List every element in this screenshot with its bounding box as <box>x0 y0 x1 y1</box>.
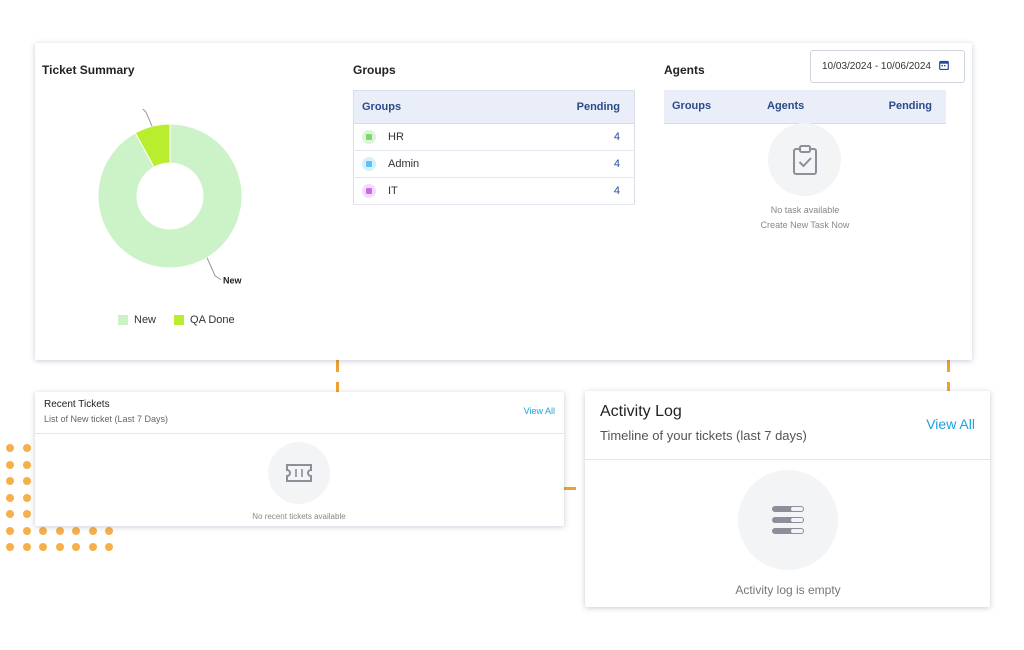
agents-title: Agents <box>664 63 705 77</box>
decorative-dot <box>6 526 14 535</box>
decorative-dot <box>72 543 80 551</box>
decorative-dot <box>55 526 64 535</box>
recent-tickets-subtitle: List of New ticket (Last 7 Days) <box>44 414 169 424</box>
square-dot-icon <box>362 130 376 144</box>
activity-log-card: Activity Log Timeline of your tickets (l… <box>585 391 990 607</box>
activity-log-subtitle: Timeline of your tickets (last 7 days) <box>600 428 807 443</box>
connector-right <box>947 360 950 391</box>
groups-col-groups[interactable]: Groups <box>353 90 502 124</box>
activity-log-empty-text: Activity log is empty <box>735 583 841 597</box>
legend-swatch-new <box>118 315 128 325</box>
legend-swatch-qa-done <box>174 315 185 325</box>
groups-table: Groups Pending HR 4 Admin 4 IT 4 <box>353 90 635 205</box>
groups-col-pending[interactable]: Pending <box>501 90 635 124</box>
toggle-list-icon <box>738 470 838 570</box>
agents-col-groups[interactable]: Groups <box>664 90 759 124</box>
decorative-dot <box>88 526 97 535</box>
clipboard-check-icon <box>768 123 841 196</box>
recent-tickets-empty-text: No recent tickets available <box>252 512 346 521</box>
decorative-dot <box>22 526 31 535</box>
decorative-dot <box>22 543 31 551</box>
decorative-dot <box>6 493 14 502</box>
calendar-icon <box>939 60 949 73</box>
date-range-value: 10/03/2024 - 10/06/2024 <box>822 61 931 72</box>
square-dot-icon <box>362 184 376 198</box>
decorative-dot <box>6 444 14 452</box>
ticket-summary-chart: QA Done New <box>89 96 289 329</box>
group-pending[interactable]: 4 <box>501 123 635 151</box>
group-name: Admin <box>388 158 420 170</box>
activity-log-view-all[interactable]: View All <box>926 416 975 432</box>
leader-line-qa-done <box>141 107 153 127</box>
leader-line-new <box>206 257 222 281</box>
activity-log-title: Activity Log <box>600 403 682 420</box>
ticket-summary-title: Ticket Summary <box>42 63 135 77</box>
agents-empty-text: No task available <box>770 205 840 215</box>
decorative-dot <box>55 543 64 551</box>
connector-left <box>336 360 339 392</box>
connector-middle <box>564 487 585 490</box>
agents-table: Groups Agents Pending <box>664 90 946 124</box>
decorative-dot <box>72 526 80 535</box>
legend-item-qa-done[interactable]: QA Done <box>174 314 235 326</box>
legend-label-new: New <box>134 314 157 326</box>
chart-legend: New QA Done <box>118 314 235 326</box>
recent-tickets-view-all[interactable]: View All <box>524 406 555 416</box>
date-range-picker[interactable]: 10/03/2024 - 10/06/2024 <box>810 50 965 83</box>
decorative-dot <box>6 543 14 551</box>
decorative-dot <box>39 543 47 551</box>
decorative-dot <box>22 477 31 485</box>
decorative-dot <box>22 510 31 518</box>
create-task-link[interactable]: Create New Task Now <box>725 220 885 230</box>
decorative-dot <box>22 493 31 502</box>
group-pending[interactable]: 4 <box>501 150 635 178</box>
recent-tickets-header: Recent Tickets List of New ticket (Last … <box>35 392 564 434</box>
agents-header-row: Groups Agents Pending <box>664 90 946 124</box>
legend-label-qa-done: QA Done <box>190 314 235 326</box>
table-row[interactable]: HR 4 <box>353 123 635 151</box>
groups-title: Groups <box>353 63 396 77</box>
decorative-dot <box>6 460 14 469</box>
table-row[interactable]: IT 4 <box>353 177 635 205</box>
decorative-dot <box>105 526 113 535</box>
table-row[interactable]: Admin 4 <box>353 150 635 178</box>
decorative-dot <box>22 444 31 452</box>
slice-label-new: New <box>223 276 243 286</box>
square-dot-icon <box>362 157 376 171</box>
decorative-dot <box>39 526 47 535</box>
recent-tickets-title: Recent Tickets <box>44 399 110 410</box>
groups-header-row: Groups Pending <box>353 90 635 124</box>
recent-tickets-card: Recent Tickets List of New ticket (Last … <box>35 392 564 526</box>
group-name: IT <box>388 185 398 197</box>
legend-item-new[interactable]: New <box>118 314 156 326</box>
decorative-dot <box>88 543 97 551</box>
summary-card: Ticket Summary QA Done New New QA Done Gr… <box>35 43 972 360</box>
activity-log-header: Activity Log Timeline of your tickets (l… <box>585 391 990 460</box>
decorative-dot <box>22 460 31 469</box>
group-pending[interactable]: 4 <box>501 177 635 205</box>
decorative-dot <box>105 543 113 551</box>
agents-col-pending[interactable]: Pending <box>874 90 946 124</box>
decorative-dot <box>6 510 14 518</box>
group-name: HR <box>388 131 404 143</box>
ticket-icon <box>268 442 330 504</box>
decorative-dot <box>6 477 14 485</box>
agents-col-agents[interactable]: Agents <box>759 90 874 124</box>
